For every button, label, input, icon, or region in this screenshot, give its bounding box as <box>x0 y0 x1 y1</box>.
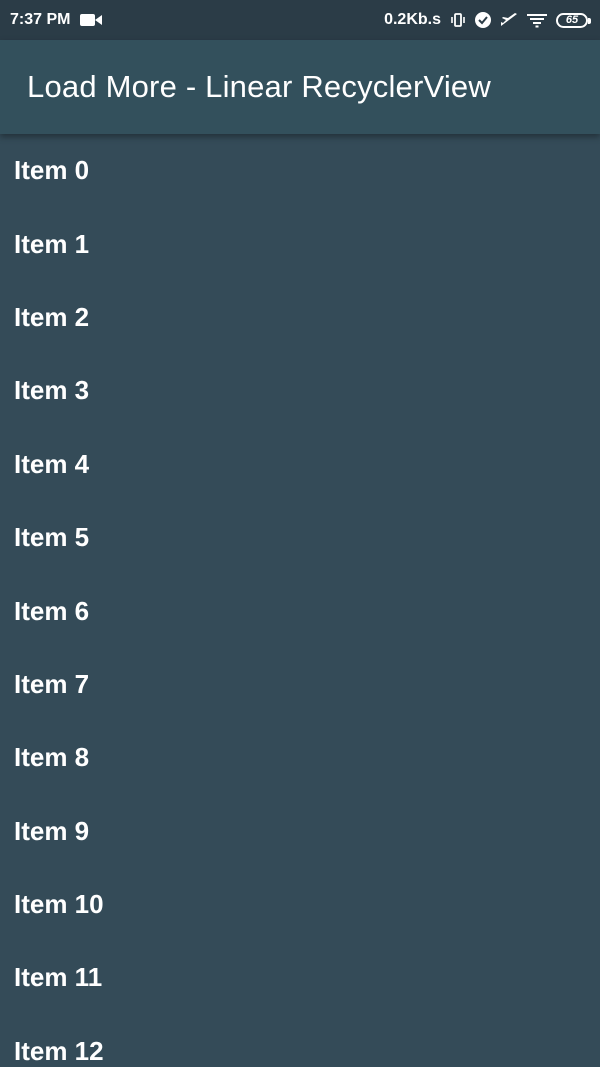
list-item[interactable]: Item 7 <box>0 648 600 721</box>
list-item[interactable]: Item 1 <box>0 207 600 280</box>
list-item-label: Item 2 <box>14 301 90 332</box>
list-item[interactable]: Item 2 <box>0 281 600 354</box>
airplane-icon <box>500 12 518 28</box>
list-item-label: Item 7 <box>14 668 90 699</box>
app-bar: Load More - Linear RecyclerView <box>0 40 600 134</box>
list-item[interactable]: Item 5 <box>0 501 600 574</box>
status-time: 7:37 PM <box>10 11 71 28</box>
list-item-label: Item 3 <box>14 375 90 406</box>
list-item[interactable]: Item 10 <box>0 868 600 941</box>
status-left: 7:37 PM <box>10 11 103 29</box>
recycler-list[interactable]: Item 0 Item 1 Item 2 Item 3 Item 4 Item … <box>0 134 600 1067</box>
list-item[interactable]: Item 12 <box>0 1015 600 1067</box>
battery-level: 65 <box>565 13 579 26</box>
vibrate-icon <box>450 12 466 28</box>
battery-icon: 65 <box>556 12 591 28</box>
video-camera-icon <box>80 13 103 27</box>
list-item-label: Item 10 <box>14 889 104 920</box>
list-item[interactable]: Item 11 <box>0 941 600 1014</box>
wifi-icon <box>527 12 547 28</box>
list-item[interactable]: Item 4 <box>0 428 600 501</box>
status-bar: 7:37 PM 0.2Kb.s 65 <box>0 0 600 40</box>
list-item[interactable]: Item 6 <box>0 574 600 647</box>
list-item-label: Item 6 <box>14 595 90 626</box>
list-item-label: Item 1 <box>14 228 90 259</box>
app-title: Load More - Linear RecyclerView <box>27 69 491 104</box>
status-right: 0.2Kb.s 65 <box>384 11 591 29</box>
list-item[interactable]: Item 0 <box>0 134 600 207</box>
list-item-label: Item 4 <box>14 448 90 479</box>
list-item[interactable]: Item 3 <box>0 354 600 427</box>
list-item-label: Item 9 <box>14 815 90 846</box>
network-speed: 0.2Kb.s <box>384 11 441 28</box>
list-item-label: Item 11 <box>14 962 103 993</box>
check-circle-icon <box>475 12 491 28</box>
list-item-label: Item 5 <box>14 522 90 553</box>
list-item-label: Item 12 <box>14 1035 104 1066</box>
screen: 7:37 PM 0.2Kb.s 65 Load More - Linear Re… <box>0 0 600 1067</box>
list-item-label: Item 0 <box>14 155 90 186</box>
list-item[interactable]: Item 9 <box>0 795 600 868</box>
list-item[interactable]: Item 8 <box>0 721 600 794</box>
list-item-label: Item 8 <box>14 742 90 773</box>
